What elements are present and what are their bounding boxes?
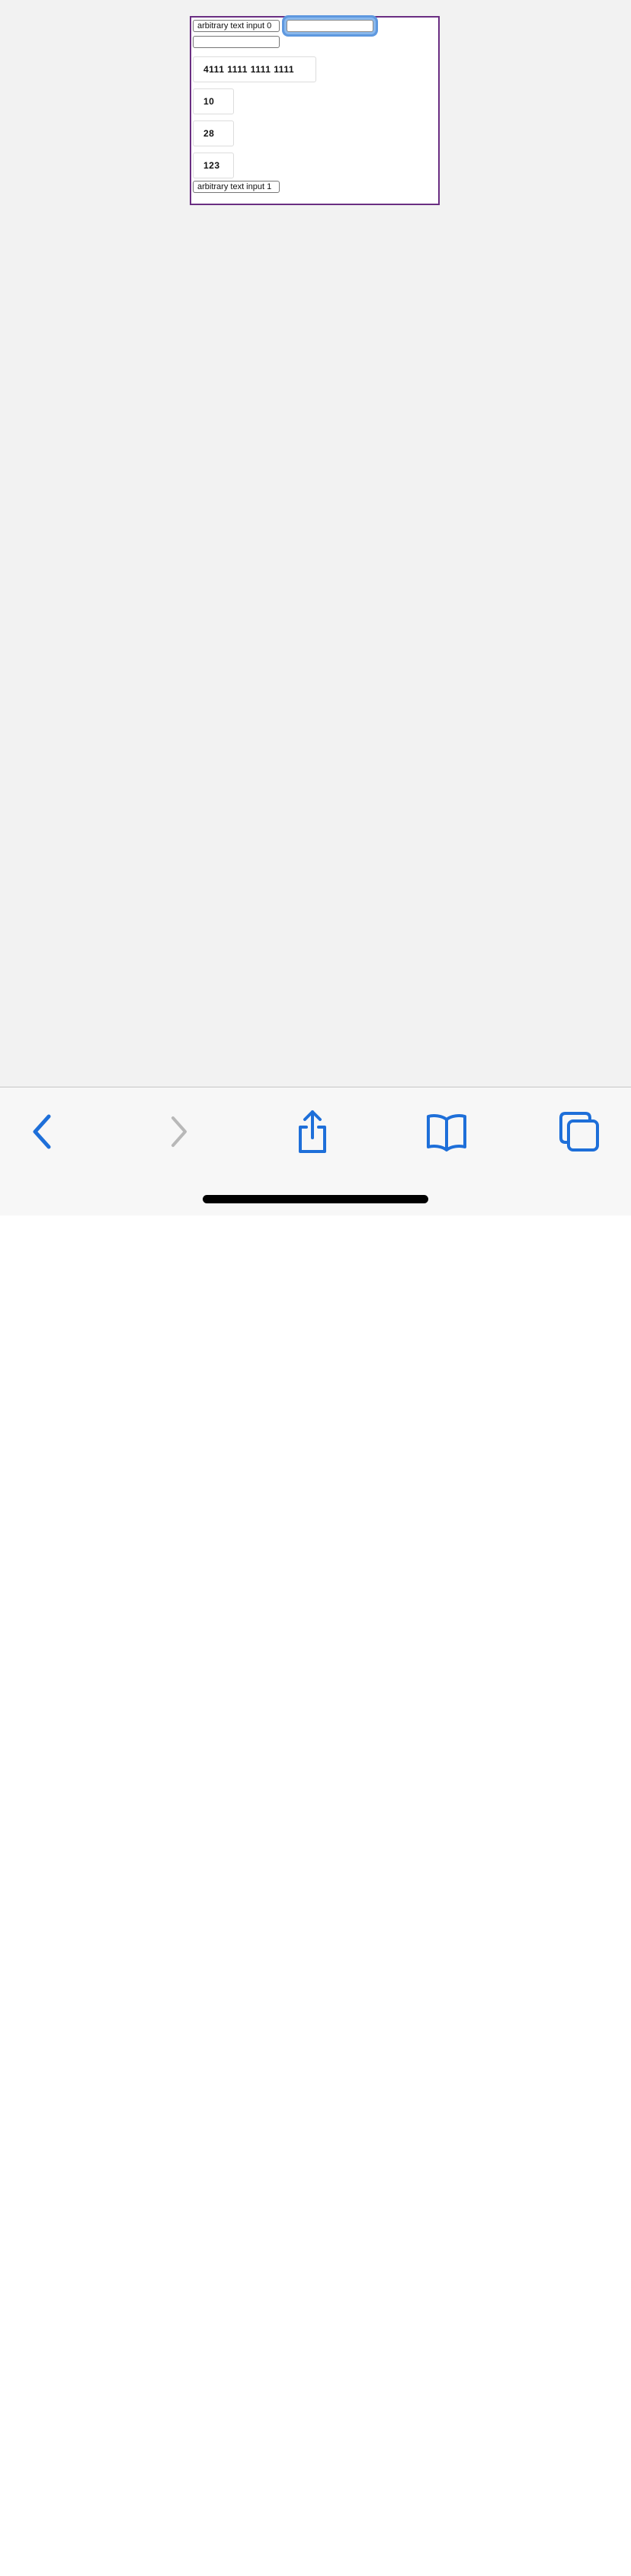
book-icon xyxy=(427,1114,466,1151)
share-button[interactable] xyxy=(288,1107,337,1156)
bookmarks-button[interactable] xyxy=(422,1107,471,1156)
embedded-form-frame: arbitrary text input 0 4111 1111 1111 11… xyxy=(190,16,440,205)
chevron-left-icon xyxy=(33,1114,51,1149)
cvv-field[interactable]: 123 xyxy=(193,153,234,178)
expiry-month-field[interactable]: 10 xyxy=(193,88,234,114)
arbitrary-text-input-1[interactable]: arbitrary text input 1 xyxy=(193,181,280,193)
forward-button[interactable] xyxy=(155,1107,203,1156)
home-indicator xyxy=(203,1195,428,1203)
expiry-year-field[interactable]: 28 xyxy=(193,120,234,146)
back-button[interactable] xyxy=(18,1107,67,1156)
focused-text-input[interactable] xyxy=(287,20,373,32)
browser-toolbar xyxy=(0,1087,631,1216)
tabs-button[interactable] xyxy=(555,1107,604,1156)
card-number-field[interactable]: 4111 1111 1111 1111 xyxy=(193,56,316,82)
web-viewport: arbitrary text input 0 4111 1111 1111 11… xyxy=(0,0,631,1087)
arbitrary-text-input-0[interactable]: arbitrary text input 0 xyxy=(193,20,280,32)
share-icon xyxy=(299,1110,326,1153)
empty-text-input[interactable] xyxy=(193,36,280,48)
tabs-icon xyxy=(559,1112,599,1151)
chevron-right-icon xyxy=(171,1116,187,1147)
